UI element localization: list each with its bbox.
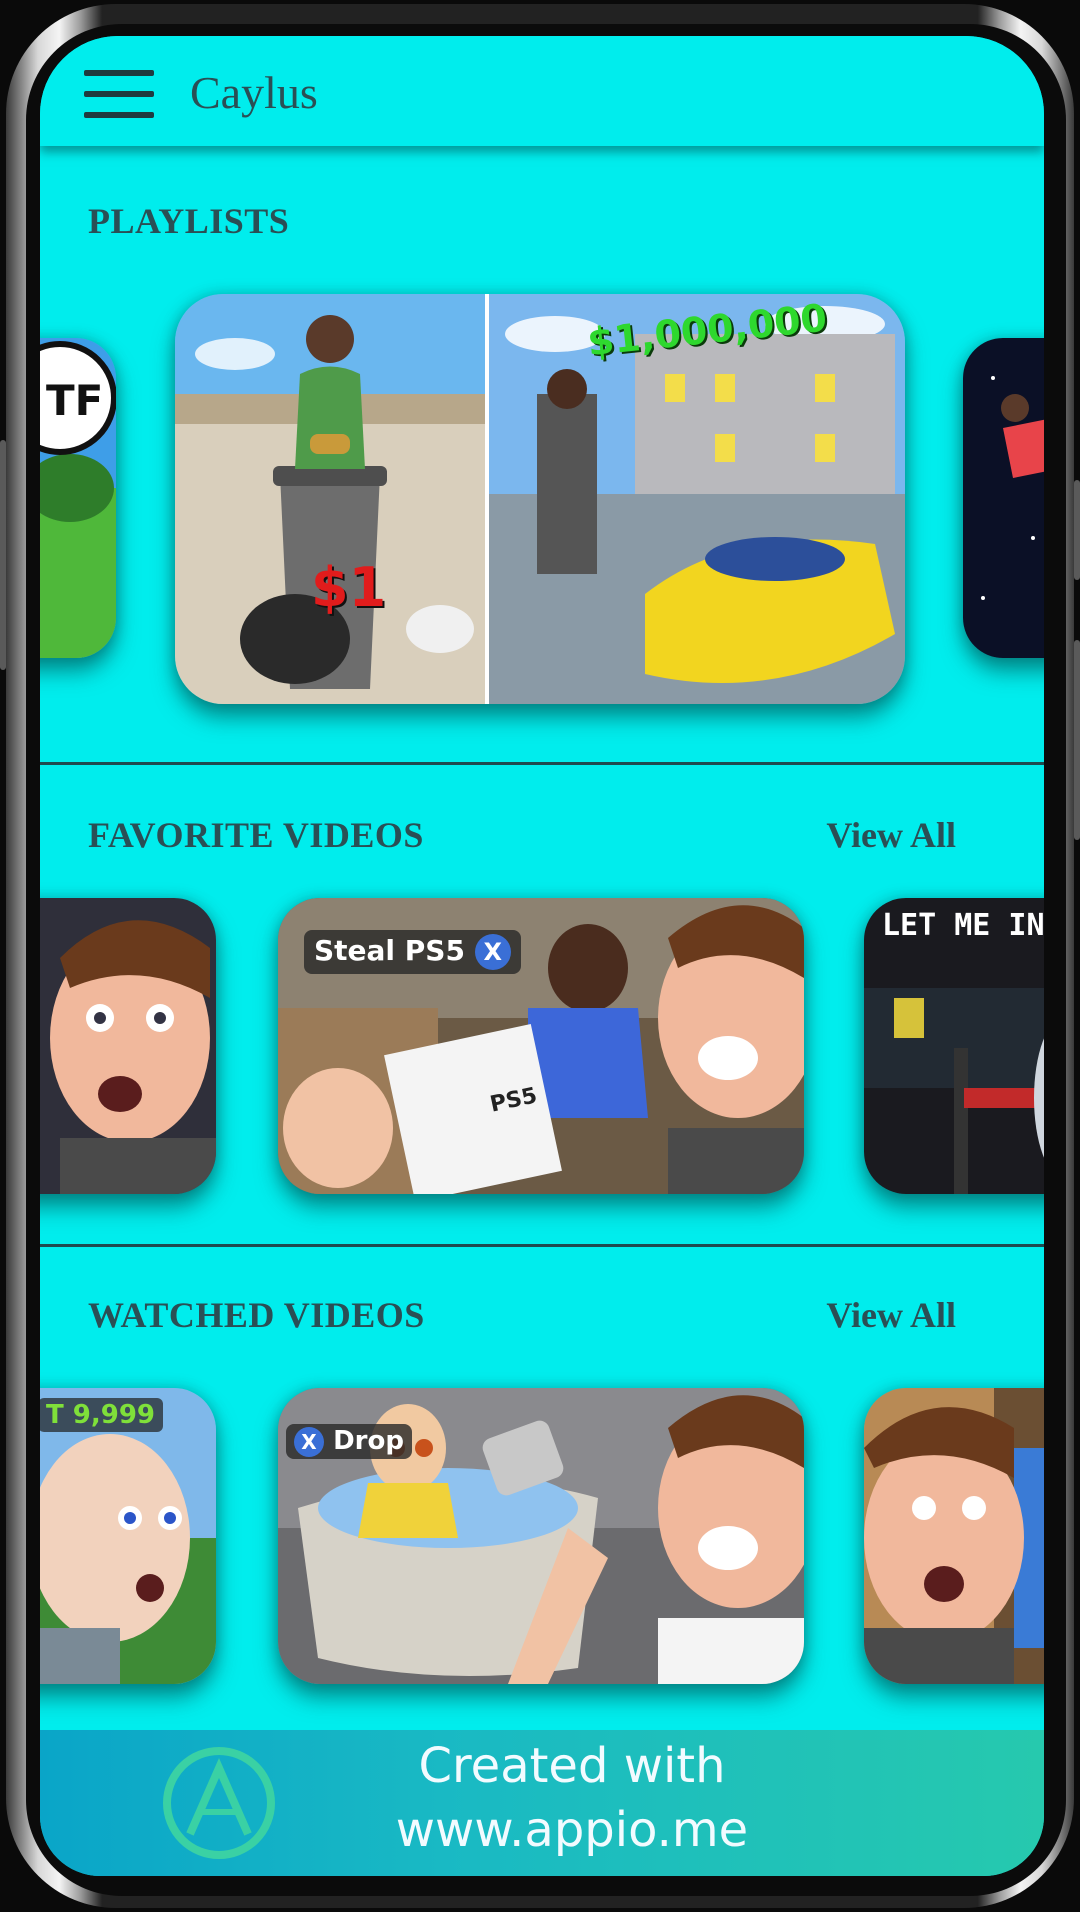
video-thumbnail-label: Steal PS5 X [304,930,521,974]
playlist-thumbnail [175,294,905,704]
playlist-thumbnail-text: TF [46,376,104,425]
playlist-thumbnail [963,338,1044,658]
watched-video-card[interactable]: T 9,999 [40,1388,216,1684]
favorite-video-card-featured[interactable]: Steal PS5 X PS5 [278,898,804,1194]
video-thumbnail [40,1388,216,1684]
app-bar: Caylus [40,36,1044,146]
favorite-video-card[interactable] [40,898,216,1194]
video-thumbnail-label-text: Steal PS5 [314,934,465,967]
section-divider [40,1244,1044,1247]
controller-x-button-icon: X [474,934,511,970]
banner-line-2: www.appio.me [395,1802,749,1858]
watched-video-card-featured[interactable]: X Drop [278,1388,804,1684]
favorite-video-card[interactable]: LET ME IN [864,898,1044,1194]
playlist-card-featured[interactable]: $1 $1,000,000 [175,294,905,704]
app-screen: Caylus PLAYLISTS TF $1 $1,000,000 FAVORI… [40,36,1044,1876]
section-divider [40,762,1044,765]
watched-title: WATCHED VIDEOS [88,1295,425,1335]
playlist-card[interactable]: TF [40,338,116,658]
favorites-title: FAVORITE VIDEOS [88,815,424,855]
video-thumbnail-label: LET ME IN [882,908,1044,943]
app-title: Caylus [190,67,318,118]
phone-side-button [0,440,6,670]
video-thumbnail-label-text: Drop [333,1426,404,1456]
playlists-title: PLAYLISTS [88,201,290,241]
video-thumbnail-label: T 9,999 [40,1398,164,1432]
controller-x-button-icon: X [294,1427,324,1457]
video-thumbnail-label: X Drop [286,1424,412,1459]
video-thumbnail [40,898,216,1194]
phone-side-button [1074,480,1080,580]
playlist-card[interactable] [963,338,1044,658]
favorites-view-all-link[interactable]: View All [826,814,956,856]
appio-banner[interactable]: Created with www.appio.me [40,1730,1044,1876]
watched-video-card[interactable] [864,1388,1044,1684]
hamburger-menu-icon[interactable] [84,70,154,118]
playlist-price-text: $1 [311,556,387,619]
banner-line-1: Created with [418,1738,726,1794]
watched-view-all-link[interactable]: View All [826,1294,956,1336]
video-thumbnail [864,1388,1044,1684]
phone-side-button [1074,640,1080,840]
